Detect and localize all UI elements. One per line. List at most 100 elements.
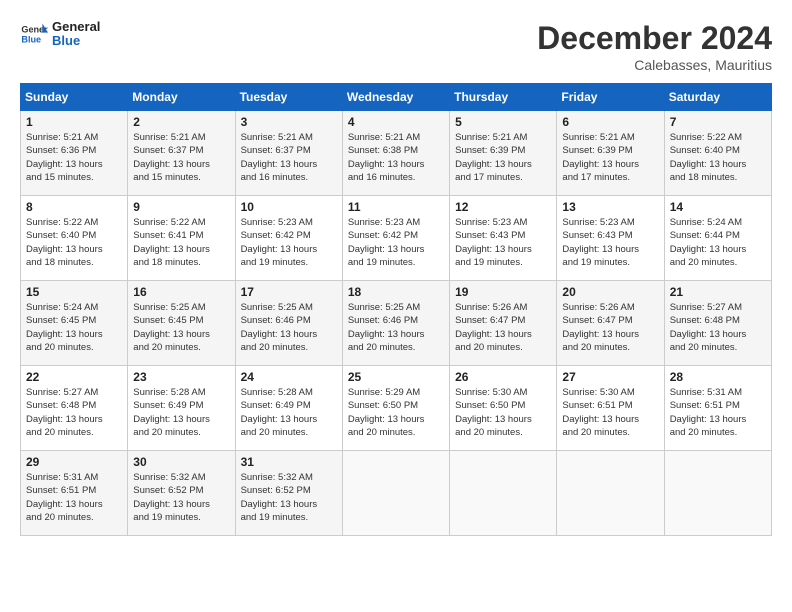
- day-number: 26: [455, 370, 551, 384]
- day-number: 6: [562, 115, 658, 129]
- week-row-4: 22Sunrise: 5:27 AM Sunset: 6:48 PM Dayli…: [21, 366, 772, 451]
- day-number: 29: [26, 455, 122, 469]
- day-cell: 16 Sunrise: 5:25 AM Sunset: 6:45 PM Dayli…: [128, 281, 235, 366]
- day-cell: 3 Sunrise: 5:21 AM Sunset: 6:37 PM Daylig…: [235, 111, 342, 196]
- day-cell: 17 Sunrise: 5:25 AM Sunset: 6:46 PM Dayli…: [235, 281, 342, 366]
- day-number: 16: [133, 285, 229, 299]
- day-cell: 31 Sunrise: 5:32 AM Sunset: 6:52 PM Dayli…: [235, 451, 342, 536]
- day-cell: 13Sunrise: 5:23 AM Sunset: 6:43 PM Dayli…: [557, 196, 664, 281]
- header-saturday: Saturday: [664, 84, 771, 111]
- day-info: Sunrise: 5:28 AM Sunset: 6:49 PM Dayligh…: [241, 386, 337, 439]
- day-number: 25: [348, 370, 444, 384]
- svg-text:Blue: Blue: [21, 35, 41, 45]
- day-info: Sunrise: 5:24 AM Sunset: 6:45 PM Dayligh…: [26, 301, 122, 354]
- logo-general: General: [52, 20, 100, 34]
- day-number: 21: [670, 285, 766, 299]
- day-cell: 11Sunrise: 5:23 AM Sunset: 6:42 PM Dayli…: [342, 196, 449, 281]
- day-info: Sunrise: 5:21 AM Sunset: 6:37 PM Dayligh…: [241, 131, 337, 184]
- day-info: Sunrise: 5:27 AM Sunset: 6:48 PM Dayligh…: [26, 386, 122, 439]
- day-info: Sunrise: 5:28 AM Sunset: 6:49 PM Dayligh…: [133, 386, 229, 439]
- day-cell: 20 Sunrise: 5:26 AM Sunset: 6:47 PM Dayli…: [557, 281, 664, 366]
- day-number: 18: [348, 285, 444, 299]
- day-cell: [664, 451, 771, 536]
- day-cell: 26 Sunrise: 5:30 AM Sunset: 6:50 PM Dayli…: [450, 366, 557, 451]
- day-number: 23: [133, 370, 229, 384]
- header-sunday: Sunday: [21, 84, 128, 111]
- day-cell: 4Sunrise: 5:21 AM Sunset: 6:38 PM Daylig…: [342, 111, 449, 196]
- day-cell: 1 Sunrise: 5:21 AM Sunset: 6:36 PM Daylig…: [21, 111, 128, 196]
- day-cell: 15 Sunrise: 5:24 AM Sunset: 6:45 PM Dayli…: [21, 281, 128, 366]
- day-info: Sunrise: 5:30 AM Sunset: 6:50 PM Dayligh…: [455, 386, 551, 439]
- day-info: Sunrise: 5:21 AM Sunset: 6:38 PM Dayligh…: [348, 131, 444, 184]
- header-wednesday: Wednesday: [342, 84, 449, 111]
- day-number: 17: [241, 285, 337, 299]
- day-number: 9: [133, 200, 229, 214]
- day-info: Sunrise: 5:21 AM Sunset: 6:39 PM Dayligh…: [455, 131, 551, 184]
- day-number: 8: [26, 200, 122, 214]
- day-cell: [450, 451, 557, 536]
- day-info: Sunrise: 5:31 AM Sunset: 6:51 PM Dayligh…: [670, 386, 766, 439]
- day-info: Sunrise: 5:22 AM Sunset: 6:40 PM Dayligh…: [670, 131, 766, 184]
- day-number: 20: [562, 285, 658, 299]
- day-number: 24: [241, 370, 337, 384]
- day-info: Sunrise: 5:24 AM Sunset: 6:44 PM Dayligh…: [670, 216, 766, 269]
- day-number: 31: [241, 455, 337, 469]
- day-cell: 19 Sunrise: 5:26 AM Sunset: 6:47 PM Dayli…: [450, 281, 557, 366]
- day-info: Sunrise: 5:31 AM Sunset: 6:51 PM Dayligh…: [26, 471, 122, 524]
- day-cell: 7 Sunrise: 5:22 AM Sunset: 6:40 PM Daylig…: [664, 111, 771, 196]
- day-number: 7: [670, 115, 766, 129]
- page-header: General Blue General Blue December 2024 …: [20, 20, 772, 73]
- day-number: 30: [133, 455, 229, 469]
- week-row-3: 15 Sunrise: 5:24 AM Sunset: 6:45 PM Dayli…: [21, 281, 772, 366]
- day-info: Sunrise: 5:26 AM Sunset: 6:47 PM Dayligh…: [562, 301, 658, 354]
- day-number: 27: [562, 370, 658, 384]
- day-number: 12: [455, 200, 551, 214]
- day-info: Sunrise: 5:22 AM Sunset: 6:41 PM Dayligh…: [133, 216, 229, 269]
- logo-icon: General Blue: [20, 20, 48, 48]
- day-info: Sunrise: 5:23 AM Sunset: 6:42 PM Dayligh…: [241, 216, 337, 269]
- header-friday: Friday: [557, 84, 664, 111]
- day-cell: [557, 451, 664, 536]
- header-tuesday: Tuesday: [235, 84, 342, 111]
- day-cell: 18 Sunrise: 5:25 AM Sunset: 6:46 PM Dayli…: [342, 281, 449, 366]
- logo-blue: Blue: [52, 34, 100, 48]
- day-number: 14: [670, 200, 766, 214]
- week-row-1: 1 Sunrise: 5:21 AM Sunset: 6:36 PM Daylig…: [21, 111, 772, 196]
- day-info: Sunrise: 5:32 AM Sunset: 6:52 PM Dayligh…: [241, 471, 337, 524]
- week-row-5: 29 Sunrise: 5:31 AM Sunset: 6:51 PM Dayli…: [21, 451, 772, 536]
- day-info: Sunrise: 5:27 AM Sunset: 6:48 PM Dayligh…: [670, 301, 766, 354]
- month-title: December 2024: [537, 20, 772, 57]
- day-number: 1: [26, 115, 122, 129]
- logo: General Blue General Blue: [20, 20, 100, 49]
- day-info: Sunrise: 5:25 AM Sunset: 6:46 PM Dayligh…: [348, 301, 444, 354]
- header-thursday: Thursday: [450, 84, 557, 111]
- day-number: 15: [26, 285, 122, 299]
- day-cell: 27Sunrise: 5:30 AM Sunset: 6:51 PM Dayli…: [557, 366, 664, 451]
- day-info: Sunrise: 5:32 AM Sunset: 6:52 PM Dayligh…: [133, 471, 229, 524]
- day-info: Sunrise: 5:21 AM Sunset: 6:39 PM Dayligh…: [562, 131, 658, 184]
- calendar-table: SundayMondayTuesdayWednesdayThursdayFrid…: [20, 83, 772, 536]
- day-cell: 29 Sunrise: 5:31 AM Sunset: 6:51 PM Dayli…: [21, 451, 128, 536]
- day-number: 3: [241, 115, 337, 129]
- day-cell: 24 Sunrise: 5:28 AM Sunset: 6:49 PM Dayli…: [235, 366, 342, 451]
- location: Calebasses, Mauritius: [537, 57, 772, 73]
- day-cell: 22Sunrise: 5:27 AM Sunset: 6:48 PM Dayli…: [21, 366, 128, 451]
- day-number: 5: [455, 115, 551, 129]
- day-info: Sunrise: 5:23 AM Sunset: 6:42 PM Dayligh…: [348, 216, 444, 269]
- day-cell: [342, 451, 449, 536]
- day-info: Sunrise: 5:25 AM Sunset: 6:45 PM Dayligh…: [133, 301, 229, 354]
- day-number: 19: [455, 285, 551, 299]
- day-info: Sunrise: 5:26 AM Sunset: 6:47 PM Dayligh…: [455, 301, 551, 354]
- week-row-2: 8 Sunrise: 5:22 AM Sunset: 6:40 PM Daylig…: [21, 196, 772, 281]
- day-cell: 9 Sunrise: 5:22 AM Sunset: 6:41 PM Daylig…: [128, 196, 235, 281]
- day-cell: 10 Sunrise: 5:23 AM Sunset: 6:42 PM Dayli…: [235, 196, 342, 281]
- day-info: Sunrise: 5:21 AM Sunset: 6:37 PM Dayligh…: [133, 131, 229, 184]
- day-info: Sunrise: 5:21 AM Sunset: 6:36 PM Dayligh…: [26, 131, 122, 184]
- title-area: December 2024 Calebasses, Mauritius: [537, 20, 772, 73]
- day-cell: 5 Sunrise: 5:21 AM Sunset: 6:39 PM Daylig…: [450, 111, 557, 196]
- day-cell: 28Sunrise: 5:31 AM Sunset: 6:51 PM Dayli…: [664, 366, 771, 451]
- day-info: Sunrise: 5:25 AM Sunset: 6:46 PM Dayligh…: [241, 301, 337, 354]
- day-number: 10: [241, 200, 337, 214]
- day-info: Sunrise: 5:22 AM Sunset: 6:40 PM Dayligh…: [26, 216, 122, 269]
- day-number: 13: [562, 200, 658, 214]
